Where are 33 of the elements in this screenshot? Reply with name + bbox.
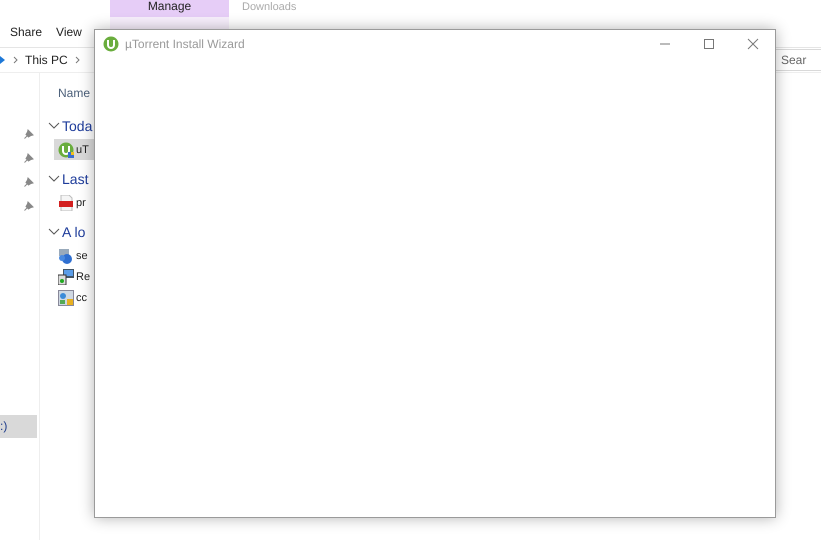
torrent-icon xyxy=(58,142,74,158)
pin-icon[interactable] xyxy=(24,177,34,187)
group-header[interactable]: Toda xyxy=(62,118,92,134)
torrent-icon xyxy=(103,36,119,52)
pin-icon[interactable] xyxy=(24,153,34,163)
chevron-icon[interactable] xyxy=(48,122,60,130)
setup-icon xyxy=(58,248,74,264)
close-icon[interactable] xyxy=(747,38,759,50)
dialog-title: µTorrent Install Wizard xyxy=(125,37,245,51)
file-item[interactable]: Re xyxy=(54,266,98,287)
arrow-icon[interactable] xyxy=(0,54,6,66)
installer-icon xyxy=(58,268,74,284)
breadcrumb[interactable]: This PC xyxy=(25,53,68,67)
control-panel-icon xyxy=(58,290,74,306)
chevron-icon xyxy=(13,56,18,64)
ribbon-tab[interactable]: Share xyxy=(10,25,42,39)
file-item[interactable]: se xyxy=(54,245,98,266)
window-title: Downloads xyxy=(242,1,296,14)
nav-item[interactable]: :) xyxy=(0,415,37,438)
chevron-icon[interactable] xyxy=(48,175,60,183)
file-item[interactable]: pr xyxy=(54,192,98,213)
maximize-icon[interactable] xyxy=(703,38,715,50)
manage-tab[interactable]: Manage xyxy=(110,0,229,17)
column-header[interactable]: Name xyxy=(58,86,90,100)
pdf-icon xyxy=(58,194,74,210)
chevron-icon xyxy=(74,56,80,64)
ribbon-tab[interactable]: View xyxy=(56,25,82,39)
chevron-icon[interactable] xyxy=(48,228,60,236)
pin-icon[interactable] xyxy=(24,201,34,211)
pin-icon[interactable] xyxy=(24,129,34,139)
group-header[interactable]: Last xyxy=(62,171,88,187)
file-item[interactable]: cc xyxy=(54,287,98,308)
group-header[interactable]: A lo xyxy=(62,224,86,240)
